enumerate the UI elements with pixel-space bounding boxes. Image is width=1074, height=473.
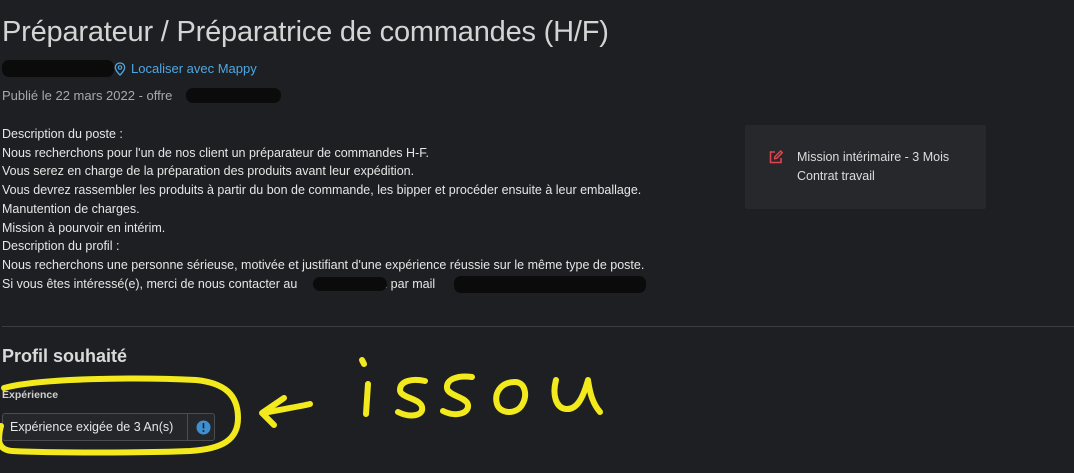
annotation-arrow-shaft <box>260 401 313 416</box>
redacted-email <box>454 276 646 293</box>
section-divider <box>2 326 1074 327</box>
contact-prefix: Si vous êtes intéressé(e), merci de nous… <box>2 276 298 291</box>
redacted-phone <box>313 277 387 291</box>
redacted-offer-id <box>186 88 281 103</box>
annotation-text: issou <box>0 0 3 1</box>
description-line: Nous recherchons pour l'un de nos client… <box>2 145 429 160</box>
mappy-link[interactable]: Localiser avec Mappy <box>114 61 257 76</box>
description-line: Manutention de charges. <box>2 201 140 216</box>
job-title: Préparateur / Préparatrice de commandes … <box>2 16 609 48</box>
contract-type: Mission intérimaire - 3 Mois <box>797 150 950 164</box>
contract-card: Mission intérimaire - 3 Mois Contrat tra… <box>745 125 986 209</box>
description-line: Vous serez en charge de la préparation d… <box>2 164 415 179</box>
contract-nature: Contrat travail <box>797 169 875 183</box>
annotation-letter-o <box>493 379 529 415</box>
edit-icon <box>769 150 784 164</box>
experience-value: Expérience exigée de 3 An(s) <box>10 420 174 434</box>
job-description: Description du poste : Nous recherchons … <box>2 125 722 293</box>
profile-section-title: Profil souhaité <box>2 346 128 366</box>
annotation-letter-i-stem <box>363 381 371 417</box>
description-line: Nous recherchons une personne sérieuse, … <box>2 257 645 272</box>
mappy-link-label: Localiser avec Mappy <box>131 61 257 76</box>
chip-separator <box>187 414 188 440</box>
annotation-arrow-head <box>259 395 287 428</box>
redacted-company-name <box>2 60 114 77</box>
annotation-letter-i-dot <box>359 357 367 367</box>
annotation-letter-s1 <box>395 376 428 419</box>
annotation-letter-s2 <box>440 373 475 418</box>
experience-badge: Expérience exigée de 3 An(s) <box>2 413 215 441</box>
info-icon[interactable] <box>196 420 211 435</box>
contract-info: Mission intérimaire - 3 Mois Contrat tra… <box>797 148 949 186</box>
experience-label: Expérience <box>2 389 59 401</box>
job-offer-page: Préparateur / Préparatrice de commandes … <box>0 0 1074 473</box>
published-date: Publié le 22 mars 2022 - offre <box>2 88 173 103</box>
description-line: Vous devrez rassembler les produits à pa… <box>2 183 642 198</box>
description-line: Description du poste : <box>2 127 123 141</box>
description-line: Description du profil : <box>2 239 120 254</box>
annotation-letter-u <box>551 377 603 415</box>
map-pin-icon <box>114 61 126 76</box>
description-line: Mission à pourvoir en intérim. <box>2 220 166 235</box>
